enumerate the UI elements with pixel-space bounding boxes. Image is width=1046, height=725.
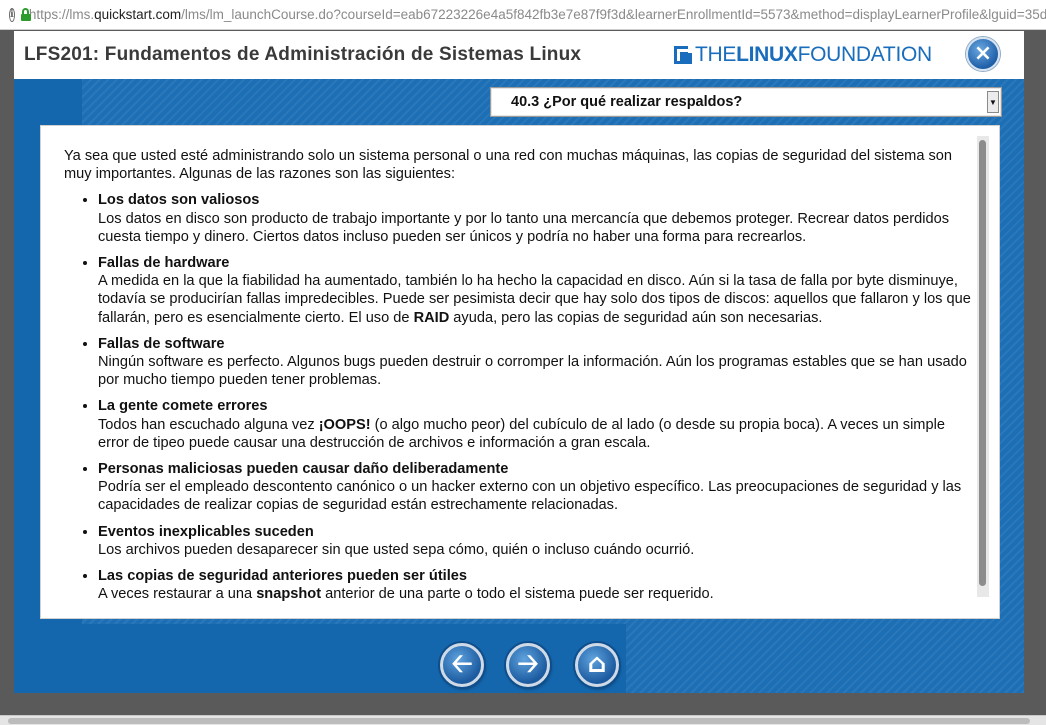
lesson-content-panel: Ya sea que usted esté administrando solo… [40, 125, 1000, 619]
next-page-button[interactable]: 🡢 [506, 643, 550, 687]
list-item: Fallas de hardware A medida en la que la… [98, 254, 979, 327]
course-title: LFS201: Fundamentos de Administración de… [24, 44, 582, 65]
lesson-text: Ya sea que usted esté administrando solo… [64, 147, 979, 611]
list-item: Eventos inexplicables suceden Los archiv… [98, 523, 979, 559]
course-stage: 40.3 ¿Por qué realizar respaldos? ▼ Ya s… [14, 79, 1024, 693]
url-text[interactable]: https://lms.quickstart.com/lms/lm_launch… [29, 7, 1046, 22]
course-header: LFS201: Fundamentos de Administración de… [14, 31, 1024, 79]
lesson-intro: Ya sea que usted esté administrando solo… [64, 148, 953, 183]
section-select-value: 40.3 ¿Por qué realizar respaldos? [511, 94, 743, 110]
section-select[interactable]: 40.3 ¿Por qué realizar respaldos? ▼ [490, 87, 1002, 117]
horizontal-scrollbar[interactable] [0, 715, 1046, 725]
list-item: Personas maliciosas pueden causar daño d… [98, 460, 979, 515]
list-item: Las copias de seguridad anteriores puede… [98, 567, 979, 603]
reasons-list: Los datos son valiosos Los datos en disc… [64, 191, 979, 603]
list-item: La gente comete errores Todos han escuch… [98, 397, 979, 452]
linux-foundation-mark-icon [674, 45, 693, 64]
address-bar[interactable]: i https://lms.quickstart.com/lms/lm_laun… [0, 0, 1046, 30]
course-player: LFS201: Fundamentos de Administración de… [0, 31, 1046, 715]
list-item: Fallas de software Ningún software es pe… [98, 335, 979, 390]
horizontal-scrollbar-thumb[interactable] [8, 718, 1030, 724]
content-scrollbar[interactable] [977, 136, 989, 597]
scrollbar-thumb[interactable] [979, 140, 986, 586]
previous-page-button[interactable]: 🡠 [440, 643, 484, 687]
close-course-button[interactable]: × [966, 37, 1000, 71]
home-button[interactable]: ⌂ [575, 643, 619, 687]
linux-foundation-logo: THELINUXFOUNDATION [674, 43, 932, 67]
chevron-down-icon[interactable]: ▼ [987, 91, 999, 113]
info-icon[interactable]: i [9, 7, 15, 22]
list-item: Los datos son valiosos Los datos en disc… [98, 191, 979, 246]
